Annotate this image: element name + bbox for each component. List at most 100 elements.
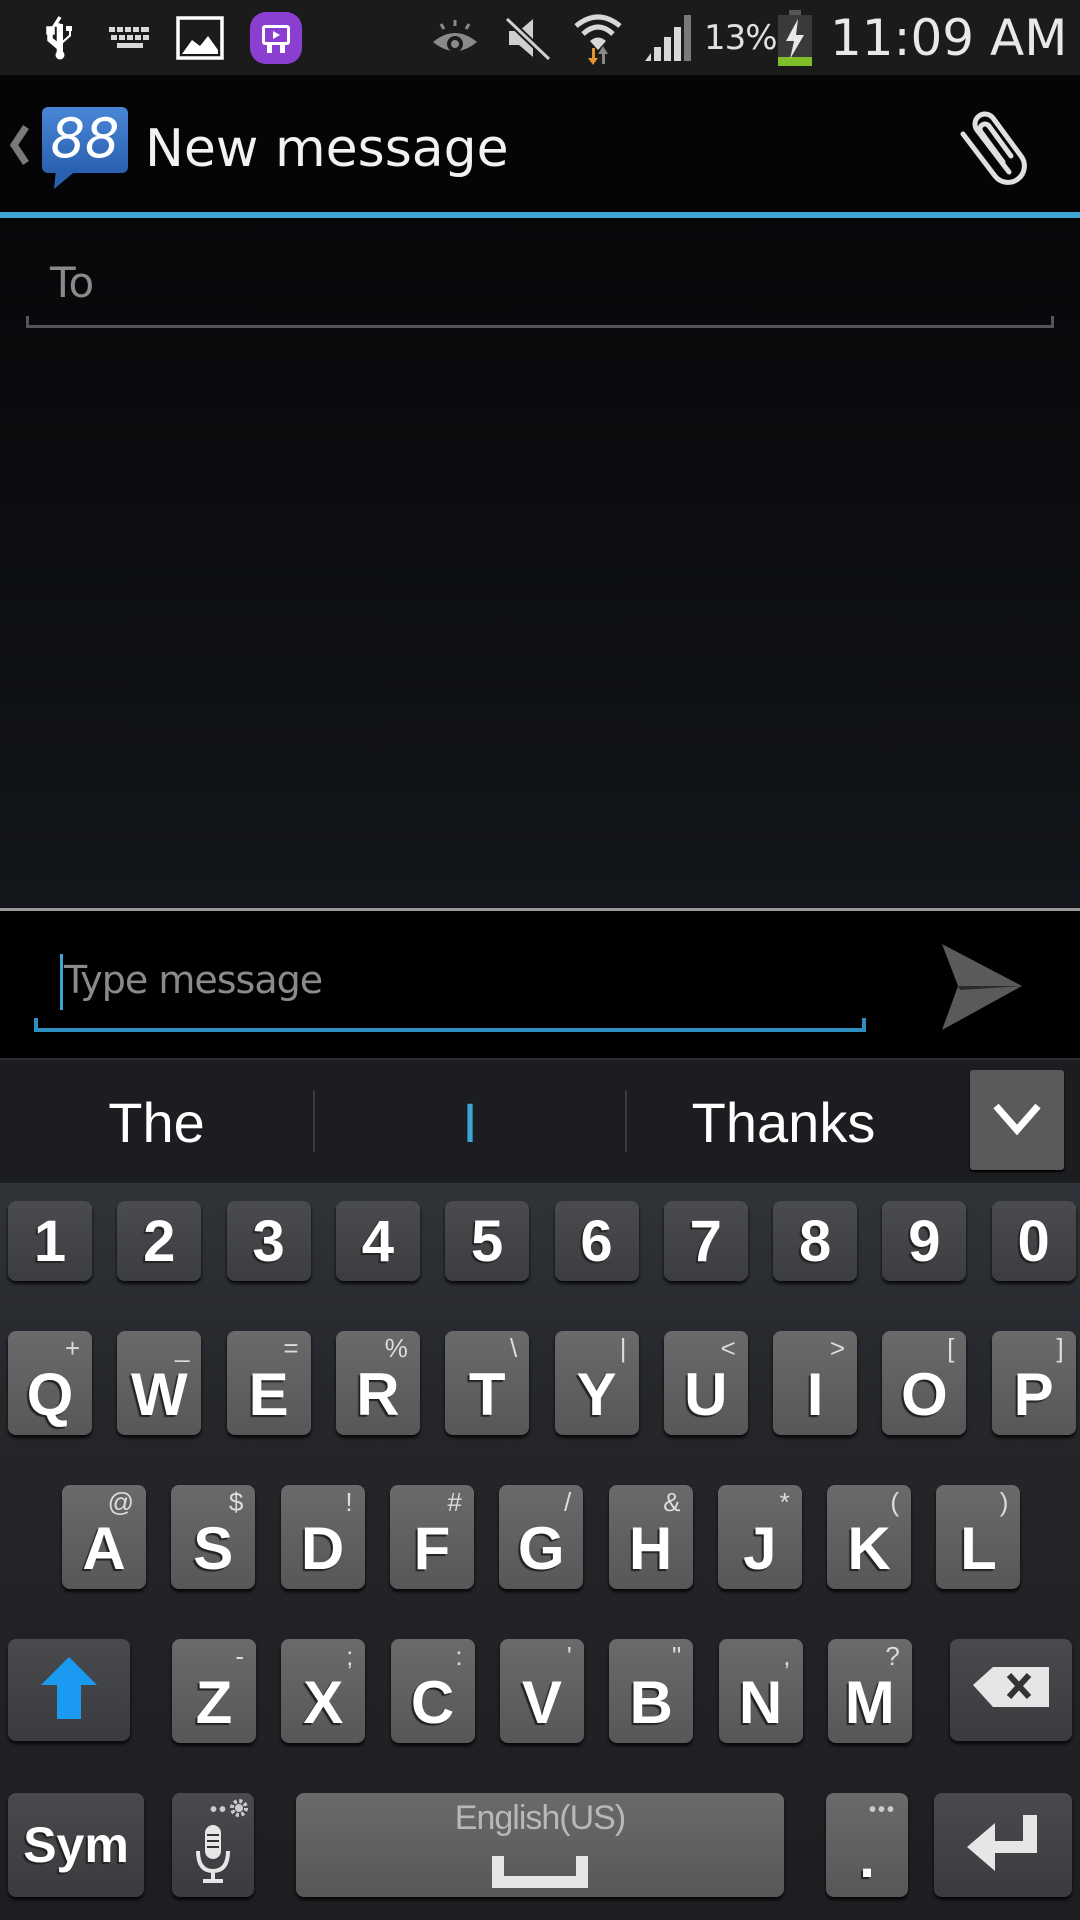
status-bar: 13% 11:09 AM [0, 0, 1080, 75]
key-5[interactable]: 5 [445, 1201, 530, 1281]
key-label: 9 [908, 1208, 941, 1274]
video-app-icon [248, 0, 304, 75]
key-label: P [1013, 1360, 1054, 1428]
message-placeholder: Type message [64, 958, 323, 1002]
key-3[interactable]: 3 [226, 1201, 311, 1281]
key-label: S [193, 1514, 234, 1582]
key-label: F [413, 1514, 451, 1582]
language-label: English(US) [454, 1799, 626, 1837]
space-key[interactable]: English(US) [296, 1793, 784, 1897]
key-d[interactable]: ! D [280, 1485, 365, 1589]
key-m[interactable]: ? M [827, 1639, 912, 1743]
key-n[interactable]: ,N [718, 1639, 803, 1743]
key-4[interactable]: 4 [335, 1201, 420, 1281]
key-6[interactable]: 6 [554, 1201, 639, 1281]
back-chevron-icon[interactable] [9, 125, 30, 165]
key-secondary-label: ( [890, 1487, 900, 1517]
battery-charging-icon [776, 0, 814, 75]
settings-gear-icon [228, 1797, 250, 1824]
key-f[interactable]: # F [389, 1485, 474, 1589]
signal-icon [642, 0, 698, 75]
sym-label: Sym [23, 1817, 129, 1873]
key-8[interactable]: 8 [773, 1201, 858, 1281]
key-label: 6 [580, 1208, 613, 1274]
key-u[interactable]: < U [663, 1331, 748, 1435]
attach-button[interactable] [950, 105, 1040, 195]
key-label: N [738, 1668, 783, 1736]
key-label: 5 [471, 1208, 504, 1274]
key-o[interactable]: [O [882, 1331, 967, 1435]
key-secondary-label: > [829, 1333, 846, 1363]
send-button[interactable] [930, 940, 1040, 1040]
expand-suggestions-button[interactable] [970, 1070, 1064, 1170]
message-input[interactable]: Type message [34, 942, 866, 1032]
key-x[interactable]: ; X [281, 1639, 366, 1743]
key-b[interactable]: " B [609, 1639, 694, 1743]
suggestion-item[interactable]: Thanks [627, 1060, 940, 1185]
key-a[interactable]: @ A [62, 1485, 146, 1589]
message-bar: Type message [0, 912, 1080, 1058]
key-t[interactable]: \ T [445, 1331, 530, 1435]
key-z[interactable]: -Z [172, 1639, 256, 1743]
key-secondary-label: ; [346, 1641, 354, 1671]
key-label: A [82, 1514, 126, 1582]
key-c[interactable]: :C [390, 1639, 475, 1743]
key-label: D [300, 1514, 345, 1582]
text-cursor [60, 954, 63, 1010]
key-label: 4 [361, 1208, 395, 1274]
key-label: Y [576, 1360, 617, 1428]
key-r[interactable]: % R [335, 1331, 420, 1435]
compose-divider [0, 908, 1080, 911]
key-g[interactable]: / G [499, 1485, 584, 1589]
key-s[interactable]: $ S [171, 1485, 256, 1589]
key-h[interactable]: & H [608, 1485, 693, 1589]
key-k[interactable]: (K [827, 1485, 912, 1589]
key-label: U [684, 1360, 728, 1428]
key-l[interactable]: ) L [936, 1485, 1021, 1589]
key-1[interactable]: 1 [8, 1201, 92, 1281]
key-j[interactable]: * J [717, 1485, 802, 1589]
compose-area: To [0, 218, 1080, 911]
recipient-field[interactable]: To [26, 248, 1054, 328]
key-9[interactable]: 9 [882, 1201, 967, 1281]
app-logo-icon[interactable]: 88 [40, 105, 130, 190]
voice-input-key[interactable]: •• [172, 1793, 254, 1897]
suggestion-item[interactable]: The [0, 1060, 313, 1185]
key-e[interactable]: = E [226, 1331, 311, 1435]
key-label: T [468, 1360, 506, 1428]
suggestion-strip: The I Thanks [0, 1058, 1080, 1183]
space-bar-icon [490, 1835, 590, 1904]
enter-icon [965, 1811, 1041, 1880]
key-label: 7 [689, 1208, 722, 1274]
key-w[interactable]: _ W [117, 1331, 202, 1435]
key-secondary-label: + [64, 1333, 80, 1363]
key-label: 2 [143, 1208, 176, 1274]
sym-key[interactable]: Sym [8, 1793, 144, 1897]
key-secondary-label: @ [107, 1487, 134, 1517]
key-label: W [130, 1360, 188, 1428]
key-label: Q [26, 1360, 74, 1428]
backspace-key[interactable] [950, 1639, 1072, 1741]
key-secondary-label: ] [1056, 1333, 1064, 1363]
key-y[interactable]: | Y [554, 1331, 639, 1435]
suggestion-item[interactable]: I [315, 1060, 625, 1185]
chevron-down-icon [992, 1100, 1042, 1141]
shift-key[interactable] [8, 1639, 130, 1741]
enter-key[interactable] [934, 1793, 1072, 1897]
key-label: H [628, 1514, 673, 1582]
key-0[interactable]: 0 [991, 1201, 1076, 1281]
key-q[interactable]: + Q [8, 1331, 92, 1435]
key-label: R [356, 1360, 400, 1428]
key-label: 1 [33, 1208, 67, 1274]
keyboard-icon [106, 0, 154, 75]
key-secondary-label: & [663, 1487, 681, 1517]
key-i[interactable]: > I [773, 1331, 858, 1435]
key-v[interactable]: ' V [499, 1639, 584, 1743]
more-dots: •• [209, 1799, 228, 1821]
key-label: E [248, 1360, 289, 1428]
key-p[interactable]: ] P [991, 1331, 1076, 1435]
key-2[interactable]: 2 [117, 1201, 202, 1281]
usb-icon [42, 0, 78, 75]
key-7[interactable]: 7 [663, 1201, 748, 1281]
period-key[interactable]: ••• . [826, 1793, 908, 1897]
